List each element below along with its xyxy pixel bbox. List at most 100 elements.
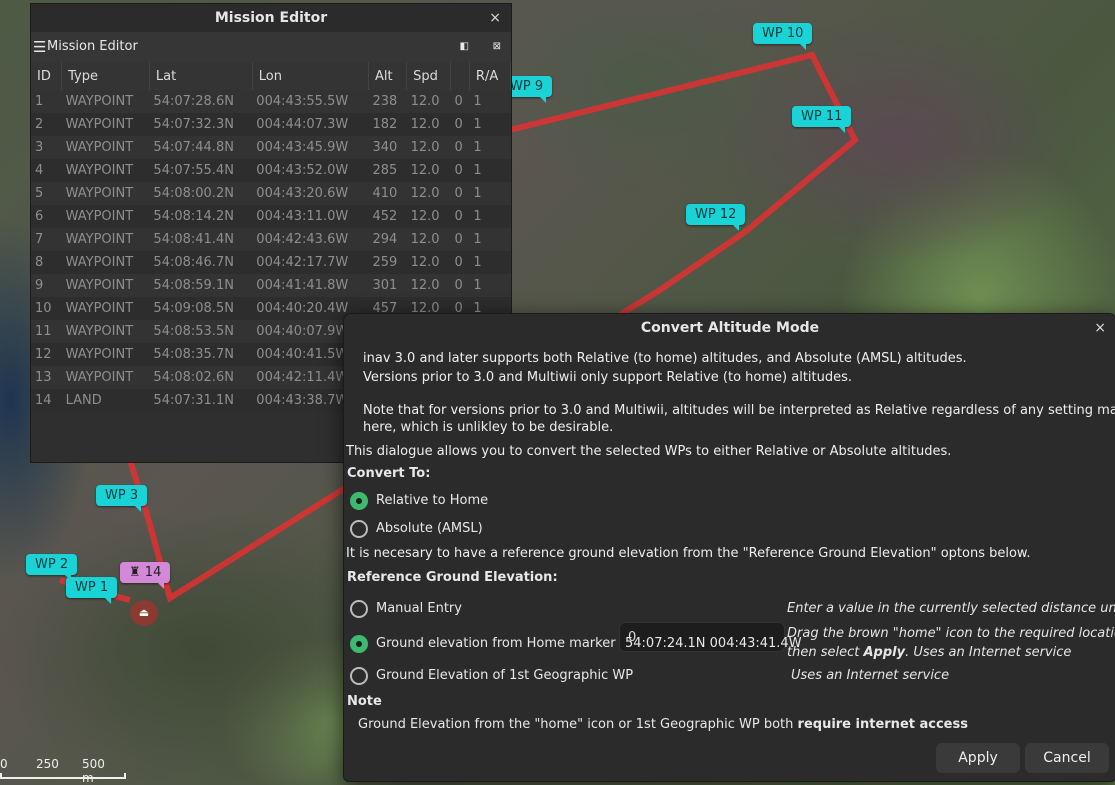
table-cell[interactable]: 0 bbox=[450, 251, 470, 274]
table-cell[interactable]: 0 bbox=[450, 136, 470, 159]
radio-absolute-label[interactable]: Absolute (AMSL) bbox=[376, 521, 483, 536]
home-marker[interactable]: ⏏ bbox=[130, 600, 158, 626]
close-icon[interactable]: × bbox=[489, 4, 501, 32]
waypoint-marker-12[interactable]: WP 12 bbox=[686, 204, 746, 231]
table-cell[interactable]: 12.0 bbox=[406, 228, 451, 251]
table-cell[interactable]: 1 bbox=[469, 113, 511, 136]
waypoint-marker-3[interactable]: WP 3 bbox=[96, 485, 148, 512]
radio-manual[interactable] bbox=[350, 600, 368, 618]
table-cell[interactable]: 8 bbox=[31, 251, 62, 274]
radio-home-label[interactable]: Ground elevation from Home marker bbox=[376, 636, 616, 651]
table-cell[interactable]: 004:43:55.5W bbox=[252, 90, 369, 113]
table-cell[interactable]: 1 bbox=[469, 274, 511, 297]
table-cell[interactable]: 294 bbox=[368, 228, 407, 251]
cancel-button[interactable]: Cancel bbox=[1025, 743, 1109, 773]
table-cell[interactable]: 12.0 bbox=[406, 274, 451, 297]
table-cell[interactable]: WAYPOINT bbox=[61, 274, 150, 297]
table-cell[interactable]: LAND bbox=[61, 389, 150, 412]
table-cell[interactable]: 12.0 bbox=[406, 159, 451, 182]
table-cell[interactable]: WAYPOINT bbox=[61, 182, 150, 205]
table-cell[interactable]: 1 bbox=[469, 205, 511, 228]
table-cell[interactable]: 0 bbox=[450, 90, 470, 113]
restore-icon[interactable]: ◧ bbox=[460, 32, 469, 62]
table-cell[interactable]: 54:08:59.1N bbox=[149, 274, 253, 297]
table-row[interactable]: 3 WAYPOINT 54:07:44.8N 004:43:45.9W 340 12.0 0… bbox=[31, 136, 511, 159]
table-row[interactable]: 2 WAYPOINT 54:07:32.3N 004:44:07.3W 182 12.0 0… bbox=[31, 113, 511, 136]
table-cell[interactable]: 1 bbox=[469, 251, 511, 274]
table-cell[interactable]: WAYPOINT bbox=[61, 113, 150, 136]
table-cell[interactable]: 340 bbox=[368, 136, 407, 159]
table-cell[interactable]: 13 bbox=[31, 366, 62, 389]
column-header[interactable]: ID bbox=[31, 62, 63, 90]
table-cell[interactable]: 12.0 bbox=[406, 113, 451, 136]
column-header[interactable]: Lon bbox=[252, 62, 369, 90]
table-cell[interactable]: 54:08:00.2N bbox=[149, 182, 253, 205]
table-row[interactable]: 8 WAYPOINT 54:08:46.7N 004:42:17.7W 259 12.0 0… bbox=[31, 251, 511, 274]
table-cell[interactable]: 54:08:41.4N bbox=[149, 228, 253, 251]
table-cell[interactable]: 14 bbox=[31, 389, 62, 412]
table-cell[interactable]: 004:43:45.9W bbox=[252, 136, 369, 159]
land-marker-14[interactable]: ♜ 14 bbox=[120, 562, 171, 589]
table-cell[interactable]: 182 bbox=[368, 113, 407, 136]
table-cell[interactable]: WAYPOINT bbox=[61, 320, 150, 343]
table-cell[interactable]: 9 bbox=[31, 274, 62, 297]
table-cell[interactable]: WAYPOINT bbox=[61, 366, 150, 389]
table-cell[interactable]: 12.0 bbox=[406, 182, 451, 205]
table-cell[interactable]: 54:08:53.5N bbox=[149, 320, 253, 343]
waypoint-marker-9[interactable]: WP 9 bbox=[508, 76, 553, 103]
table-cell[interactable]: 1 bbox=[469, 159, 511, 182]
column-header[interactable]: Type bbox=[61, 62, 150, 90]
table-cell[interactable]: WAYPOINT bbox=[61, 251, 150, 274]
table-cell[interactable]: 1 bbox=[469, 228, 511, 251]
table-row[interactable]: 4 WAYPOINT 54:07:55.4N 004:43:52.0W 285 12.0 0… bbox=[31, 159, 511, 182]
table-row[interactable]: 1 WAYPOINT 54:07:28.6N 004:43:55.5W 238 12.0 0… bbox=[31, 90, 511, 113]
table-cell[interactable]: 259 bbox=[368, 251, 407, 274]
waypoint-marker-10[interactable]: WP 10 bbox=[753, 23, 813, 50]
table-row[interactable]: 5 WAYPOINT 54:08:00.2N 004:43:20.6W 410 12.0 0… bbox=[31, 182, 511, 205]
table-cell[interactable]: 004:41:41.8W bbox=[252, 274, 369, 297]
radio-relative[interactable] bbox=[350, 492, 368, 510]
table-cell[interactable]: 0 bbox=[450, 113, 470, 136]
table-cell[interactable]: 54:08:02.6N bbox=[149, 366, 253, 389]
table-cell[interactable]: 12.0 bbox=[406, 136, 451, 159]
mission-editor-titlebar[interactable]: Mission Editor × bbox=[31, 4, 511, 32]
dialog-titlebar[interactable]: Convert Altitude Mode × bbox=[344, 314, 1115, 342]
table-cell[interactable]: 54:07:32.3N bbox=[149, 113, 253, 136]
table-cell[interactable]: WAYPOINT bbox=[61, 343, 150, 366]
table-row[interactable]: 9 WAYPOINT 54:08:59.1N 004:41:41.8W 301 12.0 0… bbox=[31, 274, 511, 297]
column-header[interactable]: Alt bbox=[368, 62, 408, 90]
table-cell[interactable]: 0 bbox=[450, 182, 470, 205]
column-header[interactable]: Lat bbox=[149, 62, 253, 90]
column-header[interactable]: R/A bbox=[469, 62, 512, 90]
table-cell[interactable]: 004:42:43.6W bbox=[252, 228, 369, 251]
table-cell[interactable]: 3 bbox=[31, 136, 62, 159]
table-cell[interactable]: 0 bbox=[450, 159, 470, 182]
column-header[interactable] bbox=[450, 62, 470, 90]
table-cell[interactable]: 301 bbox=[368, 274, 407, 297]
table-cell[interactable]: 0 bbox=[450, 205, 470, 228]
table-cell[interactable]: 004:42:17.7W bbox=[252, 251, 369, 274]
table-cell[interactable]: 54:08:14.2N bbox=[149, 205, 253, 228]
table-cell[interactable]: 004:43:20.6W bbox=[252, 182, 369, 205]
radio-home[interactable] bbox=[350, 635, 368, 653]
table-row[interactable]: 6 WAYPOINT 54:08:14.2N 004:43:11.0W 452 12.0 0… bbox=[31, 205, 511, 228]
table-cell[interactable]: 54:07:55.4N bbox=[149, 159, 253, 182]
convert-altitude-dialog[interactable]: Convert Altitude Mode × inav 3.0 and lat… bbox=[343, 313, 1115, 782]
table-cell[interactable]: 2 bbox=[31, 113, 62, 136]
table-cell[interactable]: 12.0 bbox=[406, 205, 451, 228]
table-cell[interactable]: 004:43:52.0W bbox=[252, 159, 369, 182]
table-cell[interactable]: 1 bbox=[469, 90, 511, 113]
table-cell[interactable]: 10 bbox=[31, 297, 62, 320]
table-cell[interactable]: 1 bbox=[469, 136, 511, 159]
table-cell[interactable]: 54:08:35.7N bbox=[149, 343, 253, 366]
table-cell[interactable]: WAYPOINT bbox=[61, 136, 150, 159]
radio-first-wp-label[interactable]: Ground Elevation of 1st Geographic WP bbox=[376, 668, 633, 683]
table-cell[interactable]: 54:07:28.6N bbox=[149, 90, 253, 113]
close-icon[interactable]: × bbox=[1094, 314, 1106, 342]
table-cell[interactable]: WAYPOINT bbox=[61, 159, 150, 182]
radio-absolute[interactable] bbox=[350, 520, 368, 538]
table-cell[interactable]: 54:07:44.8N bbox=[149, 136, 253, 159]
apply-button[interactable]: Apply bbox=[936, 743, 1020, 773]
table-cell[interactable]: 7 bbox=[31, 228, 62, 251]
table-cell[interactable]: 1 bbox=[31, 90, 62, 113]
